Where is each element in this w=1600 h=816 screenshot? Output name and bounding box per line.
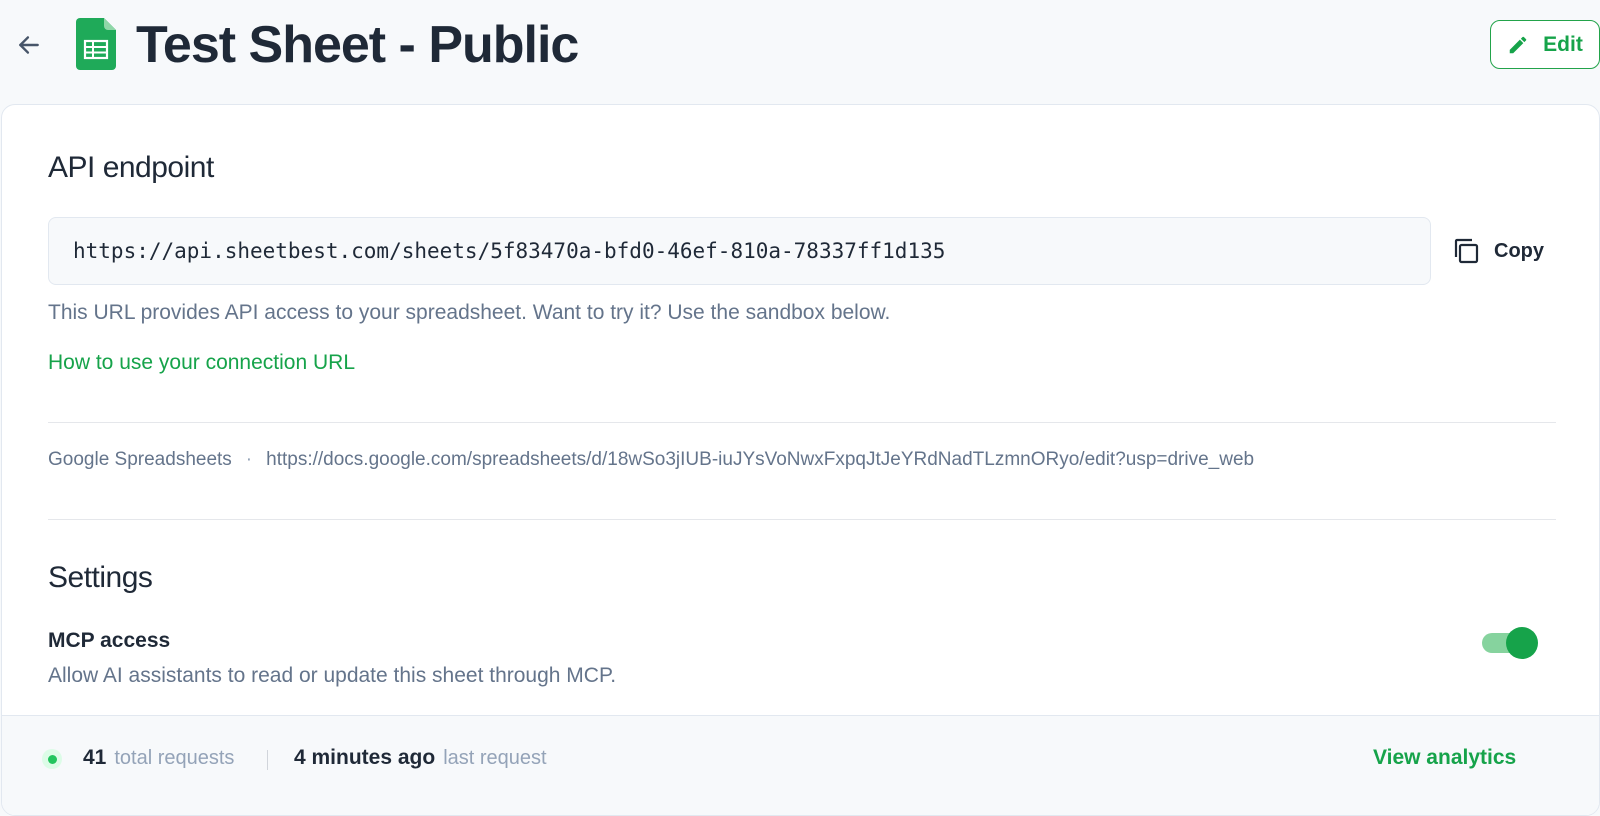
- api-endpoint-heading: API endpoint: [48, 151, 214, 184]
- how-to-use-link[interactable]: How to use your connection URL: [48, 351, 355, 375]
- total-requests-label: total requests: [114, 747, 235, 769]
- edit-button[interactable]: Edit: [1490, 20, 1600, 69]
- mcp-access-label: MCP access: [48, 629, 171, 652]
- source-type: Google Spreadsheets: [48, 449, 232, 470]
- page-header: Test Sheet - Public Edit: [0, 0, 1600, 104]
- stat-separator: [267, 750, 268, 770]
- mcp-access-description: Allow AI assistants to read or update th…: [48, 664, 617, 687]
- api-endpoint-url-field[interactable]: https://api.sheetbest.com/sheets/5f83470…: [48, 217, 1431, 285]
- page-title: Test Sheet - Public: [136, 16, 579, 74]
- last-request-stat: 4 minutes ago last request: [294, 746, 547, 770]
- last-request-time: 4 minutes ago: [294, 746, 436, 769]
- back-button[interactable]: [14, 30, 44, 60]
- copy-button[interactable]: Copy: [1452, 233, 1562, 269]
- total-requests-stat: 41 total requests: [83, 746, 234, 770]
- status-dot-icon: [47, 754, 57, 764]
- sheet-details-card: API endpoint https://api.sheetbest.com/s…: [1, 104, 1600, 816]
- arrow-left-icon: [19, 36, 39, 54]
- google-sheets-icon: [76, 18, 116, 70]
- source-info: Google Spreadsheets · https://docs.googl…: [48, 449, 1254, 471]
- copy-icon: [1454, 238, 1479, 264]
- endpoint-helper-text: This URL provides API access to your spr…: [48, 301, 891, 324]
- total-requests-count: 41: [83, 746, 107, 769]
- copy-button-label: Copy: [1494, 239, 1544, 262]
- toggle-knob: [1506, 627, 1538, 659]
- view-analytics-link[interactable]: View analytics: [1373, 746, 1516, 770]
- pencil-icon: [1509, 36, 1527, 53]
- mcp-access-toggle[interactable]: [1480, 626, 1540, 660]
- settings-heading: Settings: [48, 561, 153, 594]
- status-indicator: [42, 749, 62, 769]
- divider: [48, 422, 1556, 423]
- source-spreadsheet-link[interactable]: https://docs.google.com/spreadsheets/d/1…: [266, 449, 1254, 471]
- source-separator: ·: [245, 449, 253, 470]
- edit-button-label: Edit: [1543, 32, 1583, 56]
- divider: [48, 519, 1556, 520]
- stats-footer: 41 total requests 4 minutes ago last req…: [2, 715, 1599, 815]
- last-request-label: last request: [443, 747, 547, 769]
